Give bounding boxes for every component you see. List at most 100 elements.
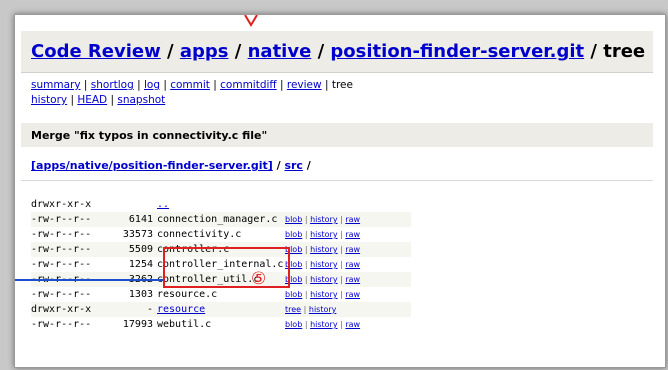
file-size: 6141 bbox=[128, 214, 153, 225]
link-separator: | bbox=[302, 230, 311, 239]
path-breadcrumb: [apps/native/position-finder-server.git]… bbox=[21, 151, 653, 181]
file-size: 33573 bbox=[122, 229, 153, 240]
raw-link[interactable]: raw bbox=[345, 320, 360, 329]
link-separator: | bbox=[302, 215, 311, 224]
file-size: 17993 bbox=[122, 319, 153, 330]
crumb-current: tree bbox=[603, 41, 646, 62]
file-name: resource.c bbox=[157, 289, 218, 300]
file-size: 1303 bbox=[128, 289, 153, 300]
table-row: -rw-r--r-- 6141 connection_manager.c blob |… bbox=[31, 212, 411, 227]
tree-link[interactable]: tree bbox=[285, 305, 301, 314]
nav-review[interactable]: review bbox=[287, 79, 322, 91]
parent-dir-link[interactable]: .. bbox=[157, 199, 169, 210]
file-mode: -rw-r--r-- bbox=[31, 214, 92, 225]
nav-log[interactable]: log bbox=[144, 79, 160, 91]
crumb-code-review[interactable]: Code Review bbox=[31, 41, 161, 62]
commit-message: Merge "fix typos in connectivity.c file" bbox=[31, 128, 268, 142]
path-repo-link[interactable]: [apps/native/position-finder-server.git] bbox=[31, 159, 273, 172]
history-link[interactable]: history bbox=[310, 245, 338, 254]
gitweb-page: Code Review / apps / native / position-f… bbox=[14, 14, 666, 368]
raw-link[interactable]: raw bbox=[345, 245, 360, 254]
crumb-apps[interactable]: apps bbox=[180, 41, 229, 62]
file-actions: blob | history | raw bbox=[283, 272, 360, 287]
raw-link[interactable]: raw bbox=[345, 230, 360, 239]
table-row: drwxr-xr-x - resource tree | history bbox=[31, 302, 411, 317]
parent-dir-cell: .. bbox=[157, 197, 283, 212]
down-arrow-icon bbox=[244, 15, 258, 27]
annotation-marker: ⑤ bbox=[251, 269, 267, 289]
path-src-link[interactable]: src bbox=[284, 159, 303, 172]
crumb-separator: / bbox=[160, 41, 180, 62]
nav-snapshot[interactable]: snapshot bbox=[117, 94, 165, 106]
blob-link[interactable]: blob bbox=[285, 230, 302, 239]
crumb-separator: / bbox=[584, 41, 604, 62]
table-row: -rw-r--r-- 33573 connectivity.c blob | hist… bbox=[31, 227, 411, 242]
file-mode: -rw-r--r-- bbox=[31, 289, 92, 300]
table-row: -rw-r--r-- 17993 webutil.c blob | history |… bbox=[31, 317, 411, 332]
history-link[interactable]: history bbox=[310, 260, 338, 269]
dir-link[interactable]: resource bbox=[157, 304, 205, 315]
path-separator: / bbox=[272, 159, 285, 172]
table-row: drwxr-xr-x.. bbox=[31, 197, 411, 212]
file-name: connectivity.c bbox=[157, 229, 242, 240]
raw-link[interactable]: raw bbox=[345, 275, 360, 284]
nav-tree-current: tree bbox=[331, 79, 353, 91]
file-actions: blob | history | raw bbox=[283, 257, 360, 272]
link-separator: | bbox=[302, 260, 311, 269]
blob-link[interactable]: blob bbox=[285, 290, 302, 299]
history-link[interactable]: history bbox=[310, 290, 338, 299]
file-size: 5509 bbox=[128, 244, 153, 255]
link-separator: | bbox=[302, 290, 311, 299]
raw-link[interactable]: raw bbox=[345, 260, 360, 269]
link-separator: | bbox=[302, 245, 311, 254]
file-size: 1254 bbox=[128, 259, 153, 270]
raw-link[interactable]: raw bbox=[345, 215, 360, 224]
file-name: webutil.c bbox=[157, 319, 212, 330]
history-link[interactable]: history bbox=[310, 215, 338, 224]
blob-link[interactable]: blob bbox=[285, 320, 302, 329]
file-mode: drwxr-xr-x bbox=[31, 304, 92, 315]
file-mode: -rw-r--r-- bbox=[31, 319, 92, 330]
crumb-native[interactable]: native bbox=[248, 41, 312, 62]
link-separator: | bbox=[302, 275, 311, 284]
file-actions: blob | history | raw bbox=[283, 212, 360, 227]
dir-name-cell: resource bbox=[157, 302, 283, 317]
commit-title[interactable]: Merge "fix typos in connectivity.c file" bbox=[21, 123, 653, 147]
nav-links: summary | shortlog | log | commit | comm… bbox=[31, 79, 353, 106]
history-link[interactable]: history bbox=[310, 275, 338, 284]
crumb-repo[interactable]: position-finder-server.git bbox=[330, 41, 584, 62]
history-link[interactable]: history bbox=[309, 305, 337, 314]
link-separator: | bbox=[302, 320, 311, 329]
history-link[interactable]: history bbox=[310, 320, 338, 329]
file-actions bbox=[283, 197, 285, 212]
file-actions: blob | history | raw bbox=[283, 317, 360, 332]
highlight-box bbox=[163, 247, 290, 288]
file-name: connection_manager.c bbox=[157, 214, 278, 225]
file-mode: -rw-r--r-- bbox=[31, 244, 92, 255]
path-separator: / bbox=[302, 159, 315, 172]
link-separator: | bbox=[301, 305, 309, 314]
page-title: Code Review / apps / native / position-f… bbox=[21, 31, 653, 73]
file-size: - bbox=[146, 304, 153, 315]
blob-link[interactable]: blob bbox=[285, 215, 302, 224]
nav-summary[interactable]: summary bbox=[31, 79, 81, 91]
table-row: -rw-r--r-- 1303 resource.c blob | history |… bbox=[31, 287, 411, 302]
file-actions: tree | history bbox=[283, 302, 336, 317]
file-size bbox=[111, 197, 157, 212]
crumb-separator: / bbox=[311, 41, 331, 62]
nav-shortlog[interactable]: shortlog bbox=[91, 79, 134, 91]
file-mode: -rw-r--r-- bbox=[31, 259, 92, 270]
file-actions: blob | history | raw bbox=[283, 287, 360, 302]
file-mode: drwxr-xr-x bbox=[31, 199, 92, 210]
callout-line bbox=[15, 279, 163, 281]
raw-link[interactable]: raw bbox=[345, 290, 360, 299]
file-actions: blob | history | raw bbox=[283, 227, 360, 242]
history-link[interactable]: history bbox=[310, 230, 338, 239]
file-mode: -rw-r--r-- bbox=[31, 229, 92, 240]
nav-head[interactable]: HEAD bbox=[77, 94, 107, 106]
crumb-separator: / bbox=[228, 41, 248, 62]
nav-history[interactable]: history bbox=[31, 94, 67, 106]
nav-commit[interactable]: commit bbox=[170, 79, 210, 91]
file-actions: blob | history | raw bbox=[283, 242, 360, 257]
nav-commitdiff[interactable]: commitdiff bbox=[220, 79, 277, 91]
